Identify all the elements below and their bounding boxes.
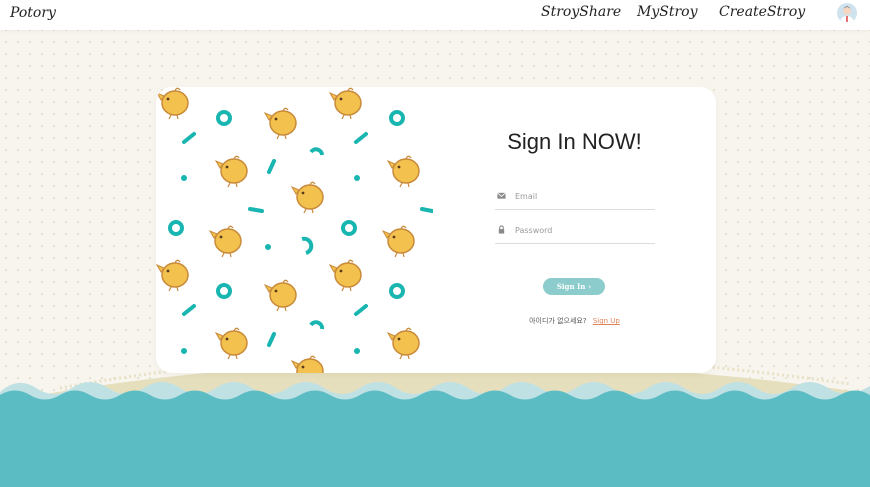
envelope-icon xyxy=(497,192,506,199)
signup-row: 아이디가 없으세요? Sign Up xyxy=(433,316,716,326)
password-input[interactable] xyxy=(515,221,653,239)
signin-button[interactable]: Sign In › xyxy=(543,278,605,295)
signin-title: Sign In NOW! xyxy=(507,129,642,154)
signin-form: Sign In NOW! Sign In › 아이디가 없으세요? Sign U… xyxy=(433,87,716,373)
nav-link-createstroy[interactable]: CreateStroy xyxy=(719,4,805,20)
email-input[interactable] xyxy=(515,187,653,205)
lock-icon xyxy=(498,225,505,234)
signin-card: Sign In NOW! Sign In › 아이디가 없으세요? Sign U… xyxy=(156,87,716,373)
email-field xyxy=(495,185,655,210)
signin-button-label: Sign In xyxy=(556,282,586,291)
nav-link-stroyshare[interactable]: StroyShare xyxy=(541,4,621,20)
top-navbar: Potory StroyShare MyStroy CreateStroy xyxy=(0,0,870,30)
password-field xyxy=(495,219,655,244)
signup-link[interactable]: Sign Up xyxy=(593,317,620,325)
brand-logo[interactable]: Potory xyxy=(10,5,56,21)
user-avatar-icon[interactable] xyxy=(837,3,857,23)
chick-pattern-image xyxy=(156,87,433,373)
no-account-text: 아이디가 없으세요? xyxy=(529,317,587,325)
nav-link-mystroy[interactable]: MyStroy xyxy=(637,4,698,20)
sea-wave xyxy=(0,390,870,487)
chevron-right-icon: › xyxy=(588,282,592,291)
